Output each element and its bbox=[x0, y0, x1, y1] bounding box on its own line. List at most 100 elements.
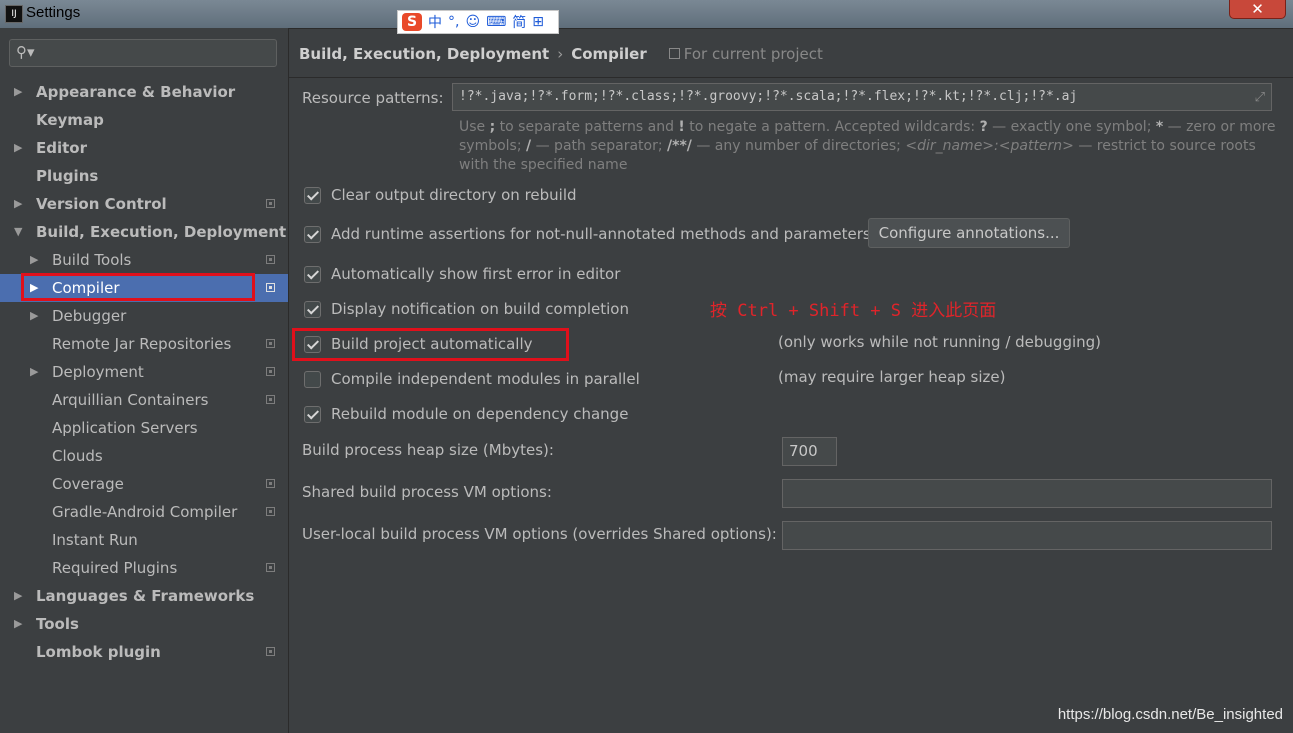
sidebar-item-debugger[interactable]: ▶ Debugger bbox=[0, 302, 288, 330]
ime-punctuation[interactable]: °, bbox=[448, 14, 459, 30]
option-label[interactable]: Add runtime assertions for not-null-anno… bbox=[331, 225, 871, 243]
intellij-app-icon: IJ bbox=[5, 5, 23, 23]
sidebar-item-version-control[interactable]: ▶ Version Control bbox=[0, 190, 288, 218]
sidebar-item-label: Version Control bbox=[36, 195, 167, 213]
sidebar-item-build-tools[interactable]: ▶ Build Tools bbox=[0, 246, 288, 274]
sidebar-item-plugins[interactable]: Plugins bbox=[0, 162, 288, 190]
option-build-project-automatically[interactable]: Build project automatically bbox=[304, 333, 533, 355]
heap-size-label: Build process heap size (Mbytes): bbox=[302, 441, 554, 459]
sidebar-item-languages-frameworks[interactable]: ▶ Languages & Frameworks bbox=[0, 582, 288, 610]
sidebar-item-label: Build Tools bbox=[52, 251, 132, 269]
sidebar-item-remote-jar-repositories[interactable]: Remote Jar Repositories bbox=[0, 330, 288, 358]
checkbox[interactable] bbox=[304, 335, 321, 353]
help-text-part: to separate patterns and bbox=[495, 119, 679, 135]
sidebar-item-label: Arquillian Containers bbox=[52, 391, 209, 409]
option-label[interactable]: Automatically show first error in editor bbox=[331, 265, 620, 283]
option-label[interactable]: Clear output directory on rebuild bbox=[331, 186, 577, 204]
sidebar-item-lombok-plugin[interactable]: Lombok plugin bbox=[0, 638, 288, 666]
close-button[interactable]: ✕ bbox=[1229, 0, 1286, 19]
sidebar-item-label: Remote Jar Repositories bbox=[52, 335, 232, 353]
expand-icon[interactable]: ⤢ bbox=[1255, 90, 1265, 105]
sidebar-item-label: Editor bbox=[36, 139, 87, 157]
heap-size-input[interactable]: 700 bbox=[782, 437, 837, 466]
checkbox[interactable] bbox=[304, 225, 321, 243]
resource-patterns-help: Use ; to separate patterns and ! to nega… bbox=[459, 118, 1279, 175]
collapsed-arrow-icon[interactable]: ▶ bbox=[14, 610, 22, 638]
collapsed-arrow-icon[interactable]: ▶ bbox=[30, 302, 38, 330]
ime-emoji-icon[interactable]: ☺ bbox=[465, 14, 480, 30]
ime-grid-icon[interactable]: ⊞ bbox=[532, 14, 544, 30]
project-scope-icon bbox=[668, 48, 680, 59]
project-scope-icon bbox=[266, 255, 275, 264]
option-label[interactable]: Display notification on build completion bbox=[331, 300, 629, 318]
collapsed-arrow-icon[interactable]: ▶ bbox=[14, 134, 22, 162]
ime-simplified[interactable]: 简 bbox=[512, 12, 526, 32]
configure-annotations-button[interactable]: Configure annotations... bbox=[868, 218, 1070, 248]
sidebar-item-label: Deployment bbox=[52, 363, 144, 381]
expanded-arrow-icon[interactable]: ▼ bbox=[14, 218, 22, 246]
option-rebuild-module-on-dependency-change[interactable]: Rebuild module on dependency change bbox=[304, 403, 628, 425]
breadcrumb-page: Compiler bbox=[571, 45, 647, 63]
option-compile-independent-modules-in-parallel[interactable]: Compile independent modules in parallel bbox=[304, 368, 640, 390]
sidebar-item-instant-run[interactable]: Instant Run bbox=[0, 526, 288, 554]
collapsed-arrow-icon[interactable]: ▶ bbox=[14, 582, 22, 610]
shared-vm-options-input[interactable] bbox=[782, 479, 1272, 508]
sogou-logo-icon[interactable]: S bbox=[402, 13, 422, 31]
project-scope-icon bbox=[266, 367, 275, 376]
checkbox[interactable] bbox=[304, 300, 321, 318]
project-scope-icon bbox=[266, 647, 275, 656]
heap-size-value: 700 bbox=[789, 442, 818, 460]
ime-keyboard-icon[interactable]: ⌨ bbox=[486, 14, 506, 30]
collapsed-arrow-icon[interactable]: ▶ bbox=[30, 246, 38, 274]
option-clear-output-directory-on-rebuild[interactable]: Clear output directory on rebuild bbox=[304, 184, 577, 206]
collapsed-arrow-icon[interactable]: ▶ bbox=[14, 190, 22, 218]
settings-tree: ▶ Appearance & Behavior Keymap ▶ Editor Plugi… bbox=[0, 78, 288, 666]
help-text-part: — exactly one symbol; bbox=[987, 119, 1156, 135]
sidebar-item-coverage[interactable]: Coverage bbox=[0, 470, 288, 498]
build-auto-note: (only works while not running / debuggin… bbox=[778, 333, 1102, 351]
sidebar-item-keymap[interactable]: Keymap bbox=[0, 106, 288, 134]
collapsed-arrow-icon[interactable]: ▶ bbox=[14, 78, 22, 106]
settings-search-input[interactable]: ⚲▾ bbox=[9, 39, 277, 67]
option-automatically-show-first-error-in-editor[interactable]: Automatically show first error in editor bbox=[304, 263, 620, 285]
help-text-part: Use bbox=[459, 119, 490, 135]
help-text-part: — path separator; bbox=[531, 138, 668, 154]
sidebar-item-application-servers[interactable]: Application Servers bbox=[0, 414, 288, 442]
user-vm-options-input[interactable] bbox=[782, 521, 1272, 550]
collapsed-arrow-icon[interactable]: ▶ bbox=[30, 358, 38, 386]
checkbox[interactable] bbox=[304, 370, 321, 388]
collapsed-arrow-icon[interactable]: ▶ bbox=[30, 274, 38, 302]
sidebar-item-editor[interactable]: ▶ Editor bbox=[0, 134, 288, 162]
help-text-part: <dir_name>:<pattern> bbox=[905, 138, 1074, 154]
sidebar-item-deployment[interactable]: ▶ Deployment bbox=[0, 358, 288, 386]
sidebar-item-build-execution-deployment[interactable]: ▼ Build, Execution, Deployment bbox=[0, 218, 288, 246]
sidebar-item-label: Keymap bbox=[36, 111, 104, 129]
breadcrumb-section: Build, Execution, Deployment bbox=[299, 45, 550, 63]
option-display-notification-on-build-completion[interactable]: Display notification on build completion bbox=[304, 298, 629, 320]
checkbox[interactable] bbox=[304, 265, 321, 283]
resource-patterns-input[interactable]: !?*.java;!?*.form;!?*.class;!?*.groovy;!… bbox=[452, 83, 1272, 111]
project-scope-icon bbox=[266, 283, 275, 292]
checkbox[interactable] bbox=[304, 186, 321, 204]
sidebar-item-appearance-behavior[interactable]: ▶ Appearance & Behavior bbox=[0, 78, 288, 106]
compiler-settings-panel: Build, Execution, Deployment › Compiler For… bbox=[289, 28, 1293, 733]
project-scope-icon bbox=[266, 339, 275, 348]
checkbox[interactable] bbox=[304, 405, 321, 423]
sidebar-item-clouds[interactable]: Clouds bbox=[0, 442, 288, 470]
project-scope-icon bbox=[266, 395, 275, 404]
sidebar-item-label: Tools bbox=[36, 615, 79, 633]
sidebar-item-arquillian-containers[interactable]: Arquillian Containers bbox=[0, 386, 288, 414]
option-label[interactable]: Compile independent modules in parallel bbox=[331, 370, 640, 388]
sidebar-item-gradle-android-compiler[interactable]: Gradle-Android Compiler bbox=[0, 498, 288, 526]
sidebar-item-label: Gradle-Android Compiler bbox=[52, 503, 238, 521]
resource-patterns-value: !?*.java;!?*.form;!?*.class;!?*.groovy;!… bbox=[459, 89, 1078, 104]
ime-chinese-mode[interactable]: 中 bbox=[428, 12, 442, 32]
option-label[interactable]: Build project automatically bbox=[331, 335, 533, 353]
sidebar-item-label: Languages & Frameworks bbox=[36, 587, 255, 605]
project-scope-icon bbox=[266, 563, 275, 572]
option-add-runtime-assertions-for-not-null-annotated-methods-and-parameters[interactable]: Add runtime assertions for not-null-anno… bbox=[304, 223, 871, 245]
option-label[interactable]: Rebuild module on dependency change bbox=[331, 405, 628, 423]
sidebar-item-tools[interactable]: ▶ Tools bbox=[0, 610, 288, 638]
sidebar-item-required-plugins[interactable]: Required Plugins bbox=[0, 554, 288, 582]
sidebar-item-compiler[interactable]: ▶ Compiler bbox=[0, 274, 288, 302]
